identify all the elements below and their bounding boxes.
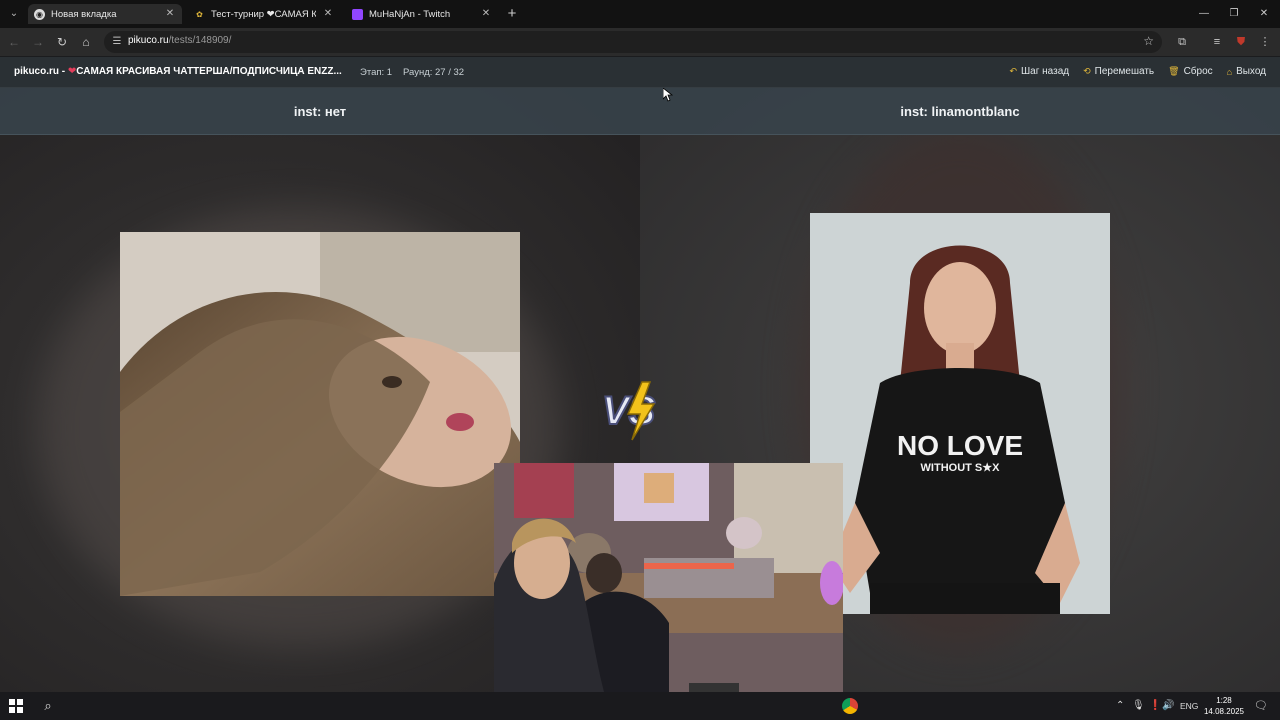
taskbar-clock[interactable]: 1:28 14.08.2025 xyxy=(1204,695,1244,717)
left-photo-image xyxy=(120,232,520,596)
extensions-puzzle-icon[interactable]: ⧉ xyxy=(1174,34,1190,50)
site-header: pikuco.ru - ❤САМАЯ КРАСИВАЯ ЧАТТЕРША/ПОД… xyxy=(0,57,1280,88)
back-arrow-icon[interactable]: ← xyxy=(6,34,22,50)
shuffle-label: Перемешать xyxy=(1094,66,1155,77)
url-path: /tests/148909/ xyxy=(168,35,232,46)
input-language-indicator[interactable]: ENG xyxy=(1180,699,1198,713)
reset-button[interactable]: 🗑 Сброс xyxy=(1168,66,1213,77)
tab-pikuco-test[interactable]: ✿ Тест-турнир ❤САМАЯ КРАСИ ✕ xyxy=(188,4,340,24)
forward-arrow-icon[interactable]: → xyxy=(30,34,46,50)
chrome-taskbar-icon[interactable] xyxy=(842,698,858,714)
windows-start-icon[interactable] xyxy=(9,699,23,713)
menu-kebab-icon[interactable]: ⋮ xyxy=(1257,34,1273,50)
microphone-icon[interactable]: 🎙 xyxy=(1132,699,1145,713)
tab-title: Новая вкладка xyxy=(51,8,117,20)
new-tab-plus-icon[interactable]: + xyxy=(504,6,520,22)
left-contestant-photo[interactable] xyxy=(120,232,520,596)
close-tab-icon[interactable]: ✕ xyxy=(164,8,176,20)
bookmark-star-icon[interactable]: ☆ xyxy=(1143,34,1154,48)
minimize-icon[interactable]: — xyxy=(1196,6,1212,22)
site-info-icon[interactable]: ☰ xyxy=(110,35,124,49)
url-host: pikuco.ru xyxy=(128,35,169,46)
close-tab-icon[interactable]: ✕ xyxy=(322,8,334,20)
taskbar-search-icon[interactable]: ⌕ xyxy=(40,698,56,714)
volume-icon[interactable]: 🔊 xyxy=(1162,699,1174,713)
browser-toolbar: ← → ↻ ⌂ ☰ pikuco.ru/tests/148909/ ☆ ⧉ ≡ … xyxy=(0,28,1280,56)
right-contestant-photo[interactable]: NO LOVE WITHOUT S★X xyxy=(810,213,1110,614)
windows-taskbar: ⌕ ⌃ 🎙 ❗ 🔊 ENG 1:28 14.08.2025 🗨 xyxy=(0,692,1280,720)
site-title: pikuco.ru - ❤САМАЯ КРАСИВАЯ ЧАТТЕРША/ПОД… xyxy=(14,66,342,77)
media-control-icon[interactable]: ≡ xyxy=(1209,34,1225,50)
tray-overflow-chevron-icon[interactable]: ⌃ xyxy=(1116,699,1124,713)
step-back-label: Шаг назад xyxy=(1021,66,1070,77)
reset-label: Сброс xyxy=(1183,66,1213,77)
shirt-print-subtext: WITHOUT S★X xyxy=(921,462,1001,474)
shuffle-button[interactable]: ⟲ Перемешать xyxy=(1083,66,1154,77)
restore-icon[interactable]: ❐ xyxy=(1226,6,1242,22)
profile-shield-icon[interactable]: ⛊ xyxy=(1233,34,1249,50)
reload-icon[interactable]: ↻ xyxy=(54,34,70,50)
undo-icon: ↶ xyxy=(1009,66,1017,76)
tab-twitch[interactable]: MuHaNjAn - Twitch ✕ xyxy=(346,4,498,24)
home-icon[interactable]: ⌂ xyxy=(78,34,94,50)
tab-new-tab[interactable]: ◉ Новая вкладка ✕ xyxy=(28,4,182,24)
shirt-print-text: NO LOVE xyxy=(897,430,1023,461)
stage-indicator: Этап: 1 xyxy=(360,67,393,78)
tab-title: MuHaNjAn - Twitch xyxy=(369,8,451,20)
close-tab-icon[interactable]: ✕ xyxy=(480,8,492,20)
contest-area: inst: нет inst: linamontblanc NO LOVE WI… xyxy=(0,88,1280,692)
notification-app-icon[interactable]: ❗ xyxy=(1149,699,1161,713)
notifications-icon[interactable]: 🗨 xyxy=(1254,699,1268,712)
clock-time: 1:28 xyxy=(1216,696,1232,705)
left-contestant-label: inst: нет xyxy=(293,103,347,119)
header-actions: ↶ Шаг назад ⟲ Перемешать 🗑 Сброс ⌂ Выход xyxy=(1009,66,1266,77)
right-contestant-label-bar: inst: linamontblanc xyxy=(640,88,1280,135)
tab-search-dropdown-icon[interactable]: ⌄ xyxy=(6,6,22,22)
test-title: САМАЯ КРАСИВАЯ ЧАТТЕРША/ПОДПИСЧИЦА ENZZ.… xyxy=(76,66,342,77)
vs-emblem: VS xyxy=(598,378,682,444)
streamer-webcam-overlay xyxy=(494,463,843,692)
right-photo-image: NO LOVE WITHOUT S★X xyxy=(810,213,1110,614)
shuffle-icon: ⟲ xyxy=(1083,66,1091,76)
clock-date: 14.08.2025 xyxy=(1203,707,1244,716)
left-contestant-label-bar: inst: нет xyxy=(0,88,640,135)
chrome-icon: ◉ xyxy=(34,8,45,20)
mouse-cursor-icon xyxy=(662,87,674,102)
address-bar[interactable]: ☰ pikuco.ru/tests/148909/ ☆ xyxy=(104,31,1162,53)
close-window-icon[interactable]: ✕ xyxy=(1256,6,1272,22)
tab-title: Тест-турнир ❤САМАЯ КРАСИ xyxy=(211,8,316,20)
twitch-icon xyxy=(352,8,363,20)
step-back-button[interactable]: ↶ Шаг назад xyxy=(1009,66,1069,77)
home-exit-icon: ⌂ xyxy=(1226,66,1233,77)
browser-tab-strip: ⌄ ◉ Новая вкладка ✕ ✿ Тест-турнир ❤САМАЯ… xyxy=(0,0,1280,28)
pikuco-icon: ✿ xyxy=(196,9,203,19)
exit-label: Выход xyxy=(1236,66,1266,77)
trash-icon: 🗑 xyxy=(1168,66,1180,76)
url-text: pikuco.ru/tests/148909/ xyxy=(128,35,231,46)
site-brand[interactable]: pikuco.ru - xyxy=(14,66,65,77)
right-contestant-label: inst: linamontblanc xyxy=(900,103,1020,119)
round-indicator: Раунд: 27 / 32 xyxy=(403,67,465,78)
exit-button[interactable]: ⌂ Выход xyxy=(1227,66,1266,77)
